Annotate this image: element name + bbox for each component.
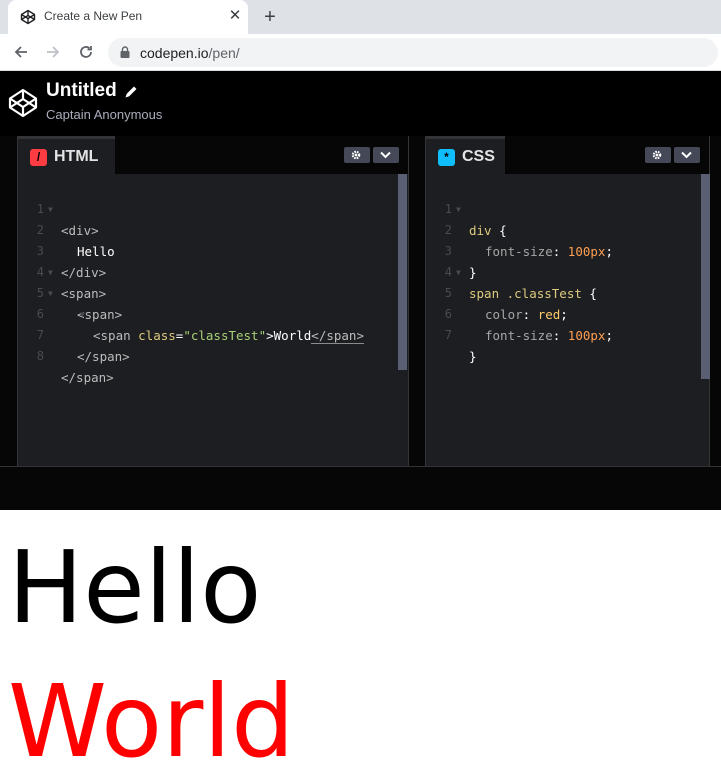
code-line: 8 </span> — [18, 325, 114, 385]
preview-hello-text: Hello — [8, 529, 262, 646]
browser-tabstrip: Create a New Pen ✕ + — [0, 0, 721, 34]
css-options-button[interactable] — [674, 147, 700, 163]
code-token: : — [522, 307, 538, 322]
code-token: font-size — [485, 244, 553, 259]
codepen-favicon-icon — [20, 9, 36, 25]
code-line: 5 ▼ <span> — [18, 262, 122, 322]
url-text: codepen.io/pen/ — [140, 45, 240, 61]
tab-close-icon[interactable]: ✕ — [226, 6, 244, 26]
css-settings-button[interactable] — [645, 147, 671, 163]
tab-title: Create a New Pen — [44, 9, 143, 23]
css-editor-header: * CSS — [426, 136, 709, 174]
code-line: 4 ▼ span .classTest { — [426, 241, 597, 301]
code-token: { — [491, 223, 507, 238]
css-editor-label: CSS — [462, 148, 495, 165]
line-number: 7 — [444, 328, 452, 342]
code-token: ; — [605, 244, 613, 259]
back-arrow-icon[interactable] — [8, 40, 34, 64]
css-editor-scrollbar[interactable] — [701, 174, 710, 379]
code-token: } — [469, 349, 477, 364]
code-token: 100px — [567, 244, 606, 259]
pen-title[interactable]: Untitled — [46, 80, 117, 102]
code-line: 3 } — [426, 220, 486, 280]
gear-icon — [652, 150, 662, 160]
pencil-icon[interactable] — [124, 85, 138, 99]
code-line: 2 font-size: 100px; — [426, 199, 613, 259]
lock-icon — [120, 46, 130, 58]
code-token: </span> — [61, 370, 114, 385]
author-name: Captain Anonymous — [46, 107, 163, 122]
code-line: 6 font-size: 100px; — [426, 283, 613, 343]
code-line: 4 ▼ <span> — [18, 241, 106, 301]
code-line: 2 Hello — [18, 199, 115, 259]
code-token: </span> — [77, 349, 130, 364]
browser-toolbar: codepen.io/pen/ — [0, 34, 721, 71]
html-badge-icon: / — [30, 149, 47, 166]
code-token: red — [537, 307, 561, 322]
code-line: 6 ▼ <span class="classTest">World</span> — [18, 283, 364, 344]
html-editor[interactable]: / HTML 1 ▼ <div> 2 Hello 3 </div> 4 ▼ <s… — [17, 136, 409, 466]
code-line: 5 color: red; — [426, 262, 568, 322]
code-token: : — [552, 244, 568, 259]
code-token: : — [552, 328, 568, 343]
chevron-down-icon — [380, 151, 391, 159]
forward-arrow-icon[interactable] — [40, 40, 66, 64]
line-number: 8 — [36, 349, 44, 363]
code-token: </span> — [311, 328, 364, 344]
gear-icon — [351, 150, 361, 160]
code-token: "classTest" — [183, 328, 267, 343]
code-line: 1 ▼ <div> — [18, 178, 99, 238]
code-line: 1 ▼ div { — [426, 178, 507, 238]
css-badge-icon: * — [438, 149, 455, 166]
reload-icon[interactable] — [73, 40, 99, 64]
browser-tab[interactable]: Create a New Pen ✕ — [8, 0, 248, 34]
code-token: World — [273, 328, 312, 343]
code-line: 3 </div> — [18, 220, 106, 280]
code-token: 100px — [567, 328, 606, 343]
new-tab-button[interactable]: + — [258, 4, 282, 30]
html-editor-scrollbar[interactable] — [398, 174, 407, 370]
html-editor-header: / HTML — [18, 136, 408, 174]
css-editor-tab[interactable]: * CSS — [426, 136, 505, 174]
html-editor-label: HTML — [54, 148, 99, 165]
url-host: codepen.io — [140, 45, 209, 61]
chevron-down-icon — [681, 151, 692, 159]
editor-resize-bar[interactable] — [0, 466, 721, 510]
html-editor-tab[interactable]: / HTML — [18, 136, 115, 174]
code-token: <span — [93, 328, 139, 343]
code-token: { — [581, 286, 597, 301]
code-token: Hello — [77, 244, 115, 259]
preview-pane: Hello World — [0, 510, 721, 776]
code-token: ; — [560, 307, 568, 322]
html-settings-button[interactable] — [344, 147, 370, 163]
code-token: > — [266, 328, 274, 343]
address-bar[interactable]: codepen.io/pen/ — [108, 38, 718, 67]
code-token: ; — [605, 328, 613, 343]
code-token: color — [485, 307, 523, 322]
preview-world-text: World — [8, 663, 295, 776]
codepen-header: Untitled Captain Anonymous — [0, 71, 721, 136]
code-token: font-size — [485, 328, 553, 343]
code-line: 7 } — [426, 304, 486, 364]
fold-arrow-icon[interactable]: ▼ — [80, 304, 85, 325]
css-editor[interactable]: * CSS 1▼ div { 2 font-size: 100px; 3 } — [425, 136, 710, 466]
url-path: /pen/ — [208, 45, 240, 61]
code-line: 7 </span> — [18, 304, 130, 364]
html-options-button[interactable] — [373, 147, 399, 163]
editor-area: / HTML 1 ▼ <div> 2 Hello 3 </div> 4 ▼ <s… — [0, 136, 721, 466]
codepen-logo-icon[interactable] — [8, 88, 38, 118]
code-token: class — [138, 328, 176, 343]
